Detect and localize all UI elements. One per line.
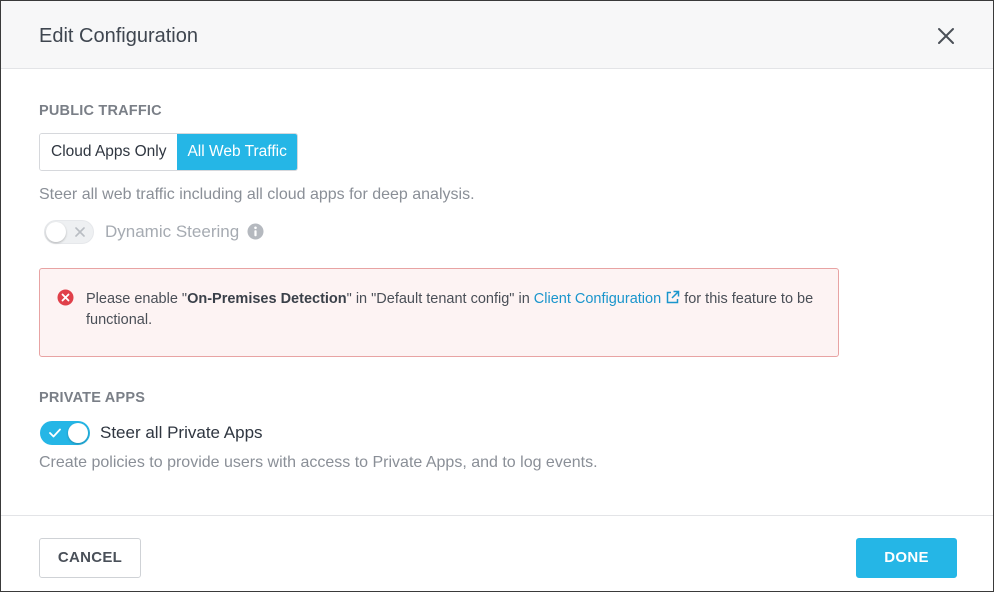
alert-text-middle: " in "Default tenant config" in [346,291,534,307]
public-traffic-segmented-control: Cloud Apps Only All Web Traffic [39,133,298,171]
steer-private-apps-toggle[interactable] [40,421,90,445]
close-icon[interactable] [935,25,957,47]
alert-message: Please enable "On-Premises Detection" in… [86,289,826,331]
external-link-icon [666,290,680,304]
info-icon[interactable] [247,223,264,245]
dynamic-steering-toggle[interactable] [44,220,94,244]
check-icon [49,428,61,438]
private-apps-label: PRIVATE APPS [39,390,146,406]
error-alert: Please enable "On-Premises Detection" in… [39,268,839,357]
private-apps-description: Create policies to provide users with ac… [39,454,598,471]
edit-configuration-dialog: Edit Configuration PUBLIC TRAFFIC Cloud … [0,0,994,592]
cloud-apps-only-option[interactable]: Cloud Apps Only [40,134,178,170]
dialog-title: Edit Configuration [39,25,198,47]
dialog-header: Edit Configuration [1,1,993,69]
public-traffic-label: PUBLIC TRAFFIC [39,103,162,119]
alert-text-before: Please enable " [86,291,188,307]
error-icon [57,289,74,306]
cancel-button[interactable]: CANCEL [39,538,141,578]
toggle-knob [68,423,88,443]
done-button[interactable]: DONE [856,538,957,578]
dynamic-steering-label: Dynamic Steering [105,222,240,241]
client-configuration-link[interactable]: Client Configuration [533,290,680,307]
public-traffic-description: Steer all web traffic including all clou… [39,186,475,203]
footer-divider [1,515,993,516]
alert-bold-text: On-Premises Detection [187,291,347,307]
all-web-traffic-option[interactable]: All Web Traffic [177,134,297,170]
steer-private-apps-label: Steer all Private Apps [100,423,263,442]
toggle-off-x-icon [75,227,85,237]
client-configuration-link-label: Client Configuration [533,291,662,307]
toggle-knob [46,222,66,242]
